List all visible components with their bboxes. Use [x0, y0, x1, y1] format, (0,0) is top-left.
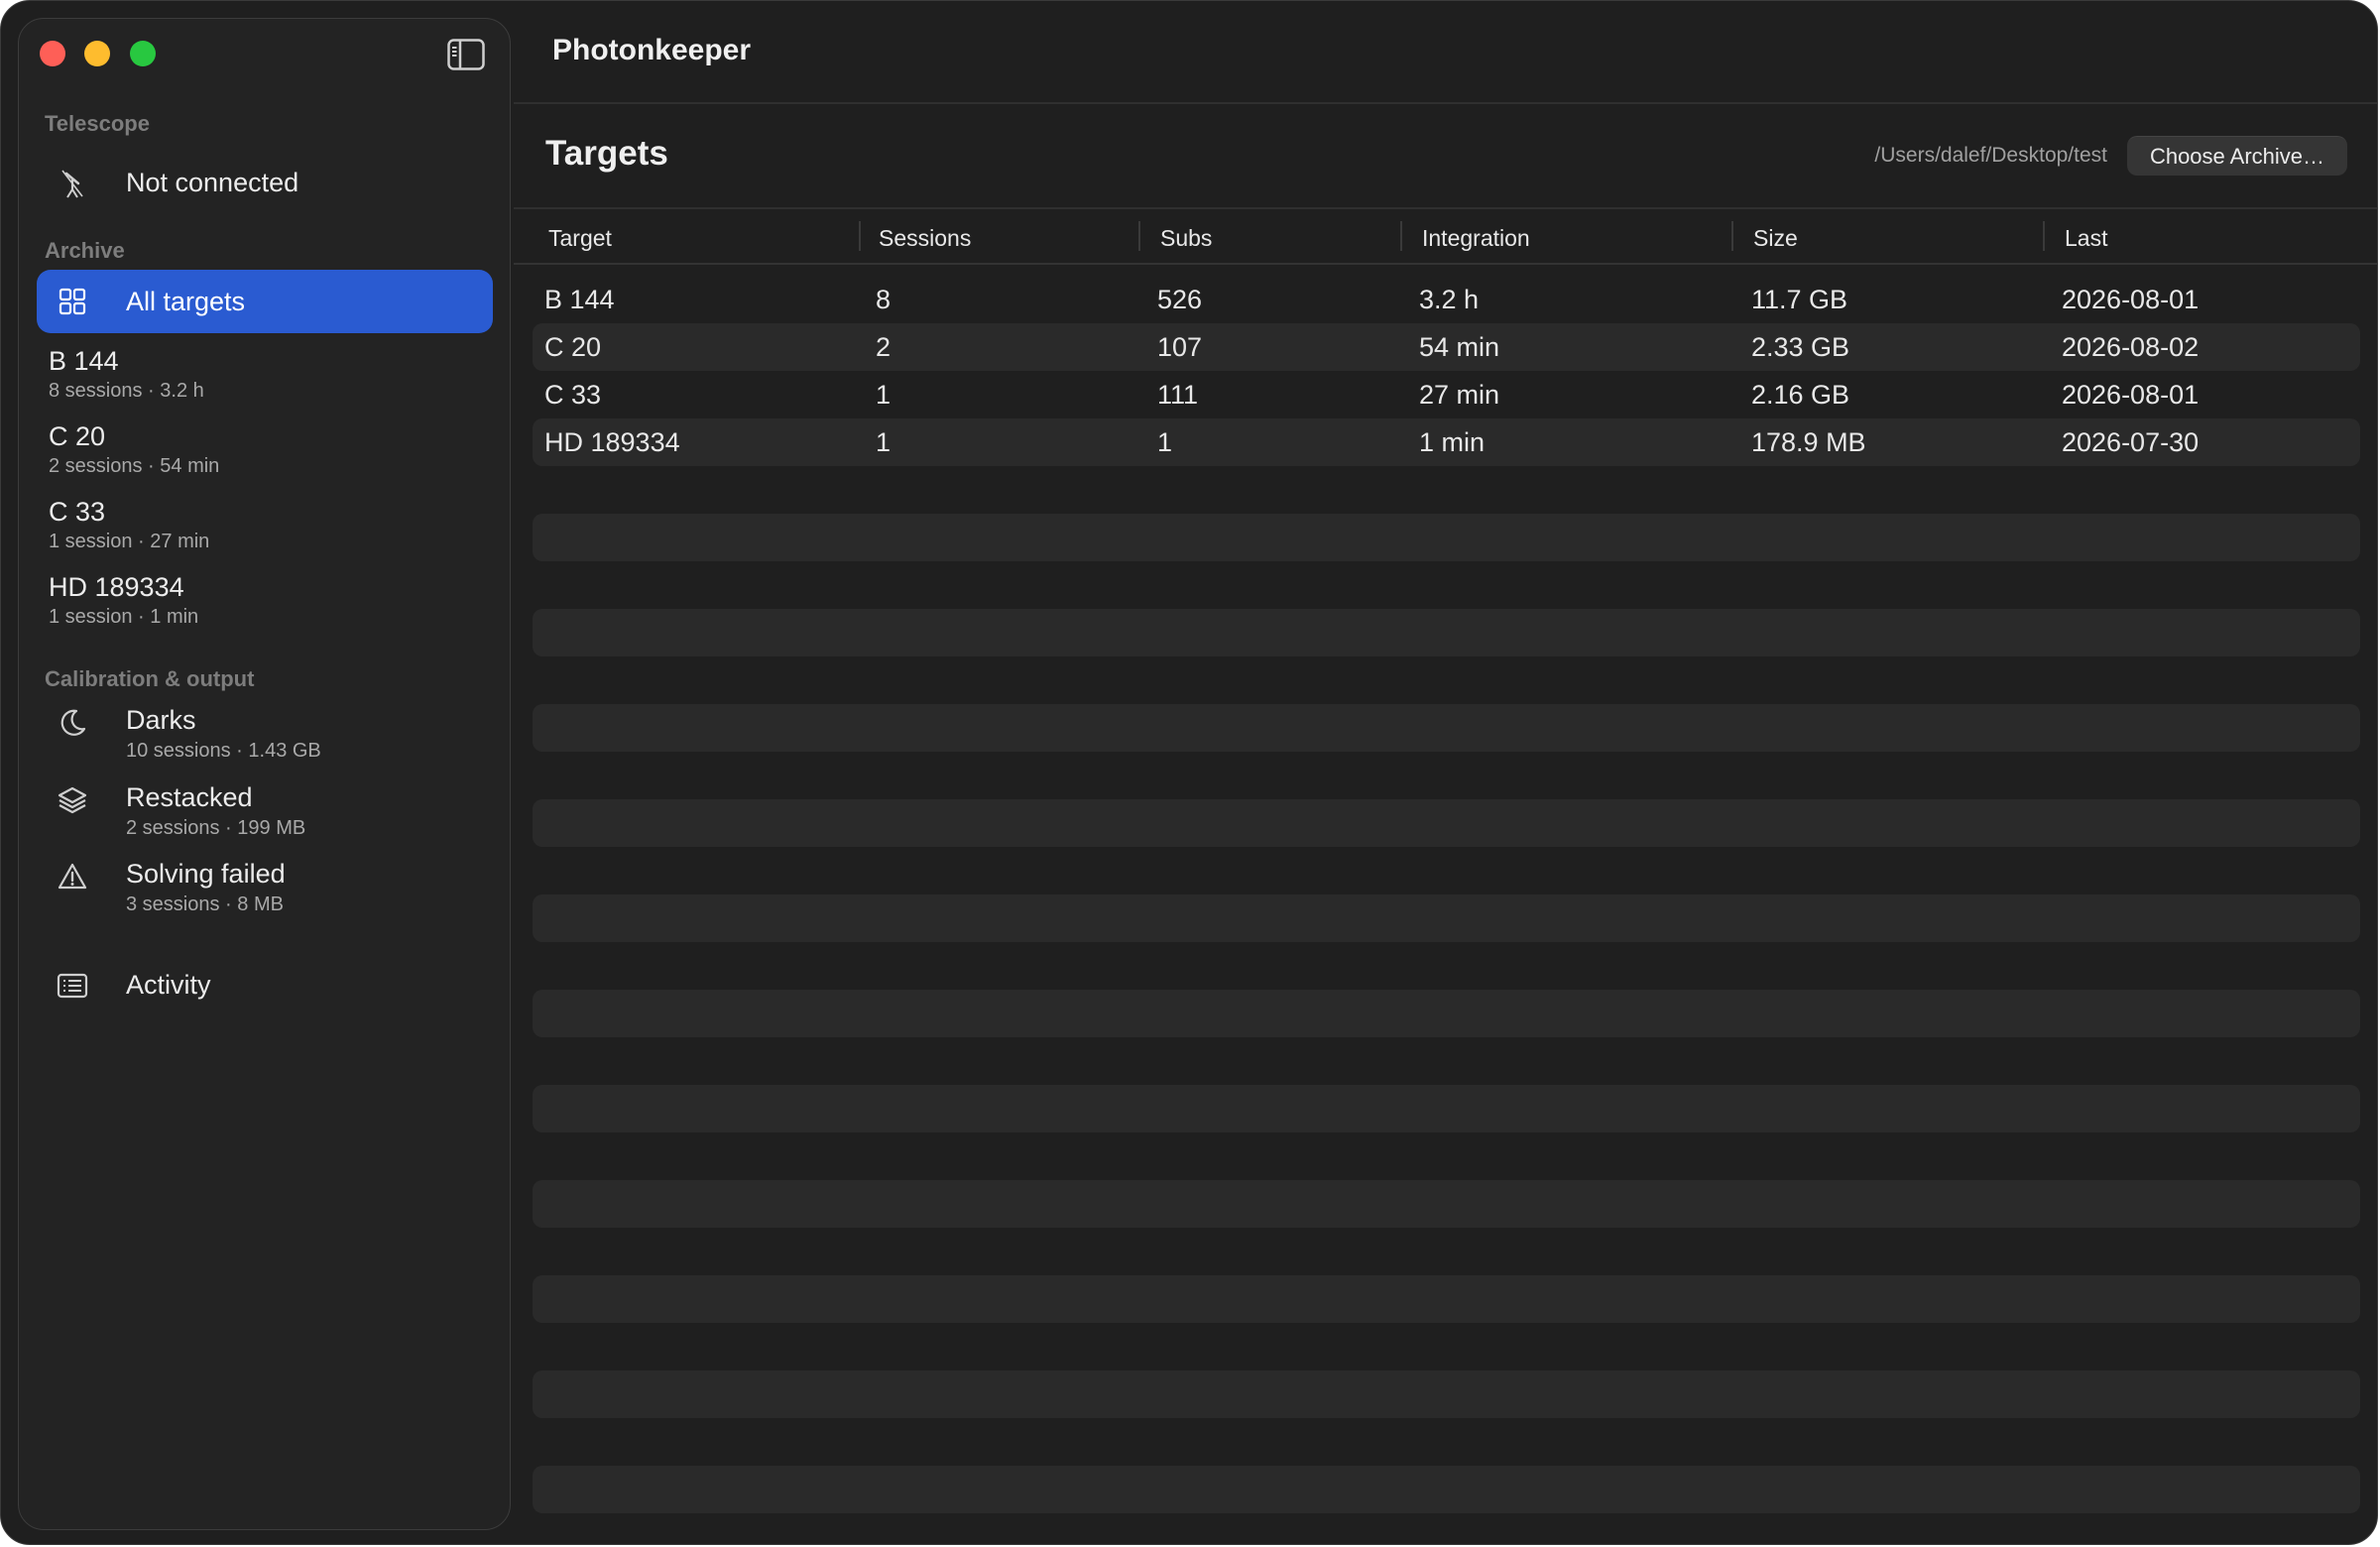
sidebar-toggle-icon[interactable]	[447, 39, 485, 70]
target-detail: 1 session · 1 min	[49, 606, 199, 628]
section-label-archive: Archive	[45, 238, 125, 263]
section-label-calibration: Calibration & output	[45, 666, 255, 691]
empty-row	[533, 1466, 2360, 1513]
column-separator[interactable]	[1400, 221, 1402, 251]
divider	[514, 102, 2377, 104]
column-separator[interactable]	[1731, 221, 1733, 251]
target-detail: 2 sessions · 54 min	[49, 455, 220, 477]
column-separator[interactable]	[1138, 221, 1140, 251]
cell-subs: 526	[1157, 285, 1203, 314]
cell-integration: 3.2 h	[1419, 285, 1480, 314]
list-icon	[57, 970, 88, 1002]
cell-size: 2.16 GB	[1751, 380, 1850, 410]
target-detail: 8 sessions · 3.2 h	[49, 380, 204, 402]
cell-target: C 33	[544, 380, 602, 410]
target-name: C 20	[49, 421, 106, 451]
empty-row	[533, 1085, 2360, 1132]
table-row[interactable]: B 144 8 526 3.2 h 11.7 GB 2026-08-01	[533, 276, 2360, 323]
empty-row	[533, 1370, 2360, 1418]
empty-row	[533, 609, 2360, 656]
cell-sessions: 2	[876, 332, 892, 362]
column-header-integration[interactable]: Integration	[1422, 225, 1530, 252]
cell-size: 11.7 GB	[1751, 285, 1848, 314]
table-row[interactable]: C 33 1 111 27 min 2.16 GB 2026-08-01	[533, 371, 2360, 418]
cell-integration: 27 min	[1419, 380, 1500, 410]
cell-size: 2.33 GB	[1751, 332, 1850, 362]
cell-sessions: 1	[876, 427, 892, 457]
sidebar-item-label: Darks	[126, 705, 196, 735]
divider	[514, 263, 2377, 265]
cell-subs: 107	[1157, 332, 1203, 362]
empty-row	[533, 990, 2360, 1037]
sidebar-item-darks[interactable]: Darks 10 sessions · 1.43 GB	[37, 703, 493, 776]
cell-integration: 54 min	[1419, 332, 1500, 362]
cell-target: C 20	[544, 332, 602, 362]
sidebar-item-label: All targets	[126, 287, 246, 316]
target-name: HD 189334	[49, 572, 184, 602]
empty-row	[533, 1275, 2360, 1323]
sidebar-item-restacked[interactable]: Restacked 2 sessions · 199 MB	[37, 780, 493, 854]
empty-row	[533, 1180, 2360, 1228]
sidebar-item-target[interactable]: B 144 8 sessions · 3.2 h	[37, 342, 493, 412]
sidebar-item-target[interactable]: C 33 1 session · 27 min	[37, 493, 493, 562]
column-header-sessions[interactable]: Sessions	[879, 225, 971, 252]
sidebar: Telescope Not connected Archive All targ…	[18, 18, 511, 1530]
close-window-button[interactable]	[40, 41, 65, 66]
telescope-status[interactable]: Not connected	[37, 158, 493, 207]
minimize-window-button[interactable]	[84, 41, 110, 66]
sidebar-item-label: Activity	[126, 970, 211, 1000]
cell-subs: 1	[1157, 427, 1173, 457]
cell-last: 2026-08-02	[2062, 332, 2200, 362]
cell-last: 2026-08-01	[2062, 380, 2200, 410]
sidebar-item-target[interactable]: C 20 2 sessions · 54 min	[37, 417, 493, 487]
cell-size: 178.9 MB	[1751, 427, 1866, 457]
target-name: C 33	[49, 497, 106, 527]
column-separator[interactable]	[2043, 221, 2045, 251]
cell-subs: 111	[1157, 380, 1199, 410]
table-row[interactable]: HD 189334 1 1 1 min 178.9 MB 2026-07-30	[533, 418, 2360, 466]
column-separator[interactable]	[859, 221, 861, 251]
target-detail: 1 session · 27 min	[49, 531, 210, 552]
sidebar-item-target[interactable]: HD 189334 1 session · 1 min	[37, 568, 493, 638]
grid-icon	[57, 286, 88, 317]
sidebar-item-label: Restacked	[126, 782, 253, 812]
cell-last: 2026-08-01	[2062, 285, 2200, 314]
column-header-target[interactable]: Target	[548, 225, 612, 252]
sidebar-item-activity[interactable]: Activity	[37, 963, 493, 1012]
sidebar-item-all-targets[interactable]: All targets	[37, 270, 493, 333]
choose-archive-button[interactable]: Choose Archive…	[2127, 136, 2347, 176]
layers-icon	[57, 784, 88, 816]
moon-icon	[57, 707, 88, 739]
cell-target: B 144	[544, 285, 615, 314]
empty-row	[533, 894, 2360, 942]
window-title: Photonkeeper	[552, 34, 752, 66]
sidebar-item-detail: 3 sessions · 8 MB	[126, 893, 284, 915]
empty-row	[533, 514, 2360, 561]
telescope-disconnected-icon	[57, 168, 88, 199]
column-header-size[interactable]: Size	[1753, 225, 1798, 252]
column-header-last[interactable]: Last	[2065, 225, 2107, 252]
sidebar-item-detail: 2 sessions · 199 MB	[126, 817, 306, 839]
empty-row	[533, 799, 2360, 847]
cell-sessions: 1	[876, 380, 892, 410]
section-label-telescope: Telescope	[45, 111, 150, 136]
zoom-window-button[interactable]	[130, 41, 156, 66]
app-window: Telescope Not connected Archive All targ…	[0, 0, 2378, 1545]
sidebar-item-detail: 10 sessions · 1.43 GB	[126, 740, 321, 762]
empty-row	[533, 704, 2360, 752]
cell-integration: 1 min	[1419, 427, 1486, 457]
table-row[interactable]: C 20 2 107 54 min 2.33 GB 2026-08-02	[533, 323, 2360, 371]
table-header: Target Sessions Subs Integration Size La…	[514, 209, 2377, 265]
cell-target: HD 189334	[544, 427, 680, 457]
target-name: B 144	[49, 346, 119, 376]
column-header-subs[interactable]: Subs	[1160, 225, 1212, 252]
sidebar-item-solving-failed[interactable]: Solving failed 3 sessions · 8 MB	[37, 857, 493, 930]
page-title: Targets	[545, 134, 668, 173]
cell-sessions: 8	[876, 285, 892, 314]
cell-last: 2026-07-30	[2062, 427, 2200, 457]
sidebar-item-label: Solving failed	[126, 859, 286, 889]
telescope-status-text: Not connected	[126, 168, 299, 197]
archive-path: /Users/dalef/Desktop/test	[1874, 144, 2107, 167]
warning-icon	[57, 861, 88, 892]
